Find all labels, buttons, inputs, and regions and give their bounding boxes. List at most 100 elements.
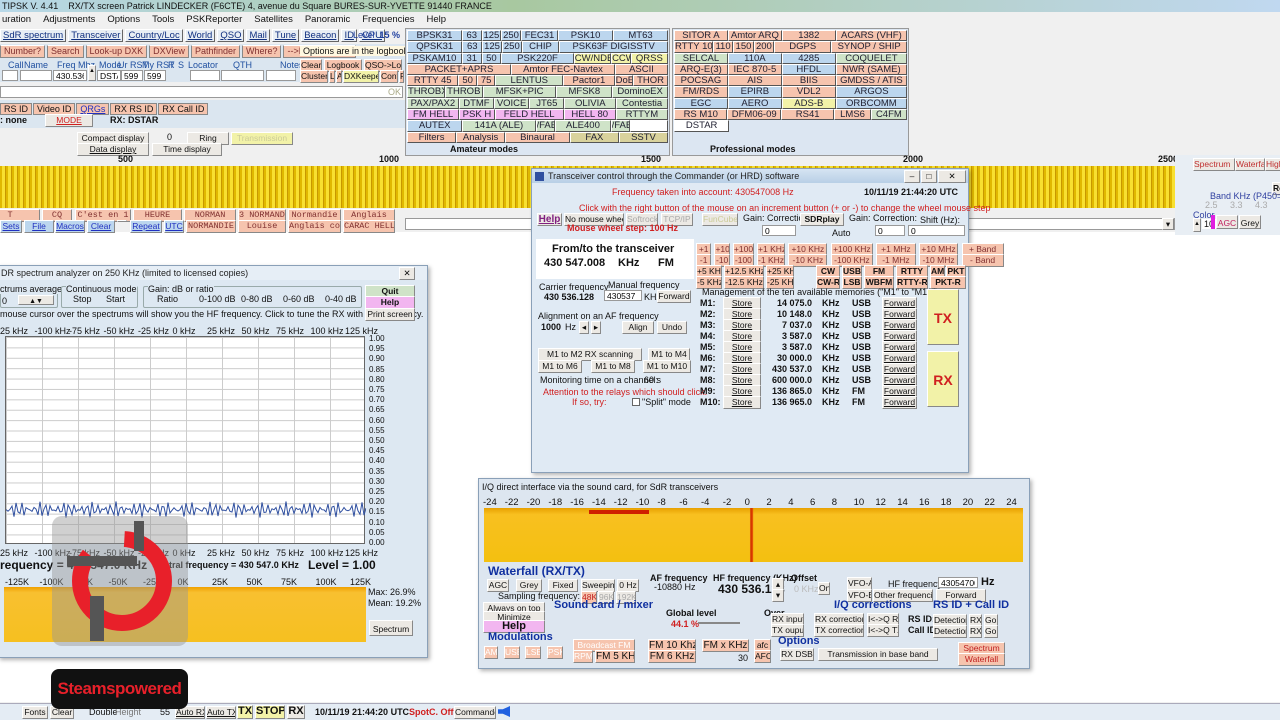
average-spinner[interactable]: ▲▼ xyxy=(18,295,54,305)
mode-141a-ale-button[interactable]: 141A (ALE) xyxy=(462,120,536,132)
manual-forward-button[interactable]: Forward xyxy=(657,290,691,303)
mode-sstv-button[interactable]: SSTV xyxy=(618,131,668,143)
menu-uration[interactable]: uration xyxy=(2,13,31,27)
mode-fae-button[interactable]: /FAE xyxy=(610,120,631,132)
mode-selcal-button[interactable]: SELCAL xyxy=(674,52,728,64)
time-display-button[interactable]: Time display xyxy=(152,143,222,156)
tab-qso[interactable]: QSO xyxy=(217,29,245,42)
mode-doe-button[interactable]: DoE xyxy=(614,75,634,87)
rx-button[interactable]: RX xyxy=(927,351,959,407)
macro-normandie[interactable]: NORMANDIE xyxy=(186,220,236,233)
tab-world[interactable]: World xyxy=(184,29,216,42)
data-display-button[interactable]: Data display xyxy=(77,143,149,156)
align-right-icon[interactable]: ▸ xyxy=(591,321,601,334)
mode-coquelet-button[interactable]: COQUELET xyxy=(835,52,907,64)
iq-swap-tx-button[interactable]: I<->Q TX xyxy=(867,624,899,637)
ok-button[interactable]: OK xyxy=(388,87,401,97)
lsb-button[interactable]: LSB xyxy=(525,646,541,659)
mode-250-button[interactable]: 250 xyxy=(501,30,521,42)
macro-file[interactable]: File xyxy=(24,220,54,233)
mode-ads-b-button[interactable]: ADS-B xyxy=(781,97,836,110)
go-button[interactable]: Go! xyxy=(984,625,998,638)
locator-field[interactable] xyxy=(190,70,220,81)
increment-band[interactable]: - Band xyxy=(961,254,1004,267)
mode-sitor-a-button[interactable]: SITOR A xyxy=(674,30,728,42)
mode-psk220f-button[interactable]: PSK220F xyxy=(501,52,574,64)
mode-lentus-button[interactable]: LENTUS xyxy=(495,75,564,87)
mode-250-button[interactable]: 250 xyxy=(501,41,522,53)
mode-qpsk31-button[interactable]: QPSK31 xyxy=(407,41,463,53)
fm-x-khz-button[interactable]: FM x KHz xyxy=(702,639,749,652)
detection-button[interactable]: Detection xyxy=(933,625,967,638)
mode-throb-button[interactable]: THROB xyxy=(444,86,483,98)
name-field[interactable] xyxy=(20,70,52,81)
mode-aero-button[interactable]: AERO xyxy=(727,97,782,110)
mode-pax-pax2-button[interactable]: PAX/PAX2 xyxy=(407,97,459,110)
mode-rs-m10-button[interactable]: RS M10 xyxy=(674,109,728,121)
dropdown-arrow[interactable]: ▾ xyxy=(1162,218,1174,230)
mode-pactor1-button[interactable]: Pactor1 xyxy=(563,75,615,87)
mode-63-button[interactable]: 63 xyxy=(462,41,483,53)
mode-ccw-button[interactable]: CCW xyxy=(611,52,631,64)
macro-clear[interactable]: Clear xyxy=(87,220,115,233)
mode-125-button[interactable]: 125 xyxy=(481,30,502,42)
mode-qrss-button[interactable]: QRSS xyxy=(630,52,668,64)
tab-beacon[interactable]: Beacon xyxy=(301,29,340,42)
mode-arq-e-3-button[interactable]: ARQ-E(3) xyxy=(674,63,728,76)
rx-button[interactable]: RX xyxy=(287,705,305,719)
tx-button[interactable]: TX xyxy=(237,705,253,719)
memory-forward-button[interactable]: Forward xyxy=(882,396,917,409)
psk-button[interactable]: PSK xyxy=(547,646,563,659)
dxkeeper-button[interactable]: DXKeeper xyxy=(343,70,379,83)
ur-rst-field[interactable] xyxy=(121,70,143,81)
spectrum-plot[interactable] xyxy=(5,336,367,544)
mode-synop-ship-button[interactable]: SYNOP / SHIP xyxy=(831,41,908,53)
commander-button[interactable]: Commander xyxy=(454,706,496,719)
undo-button[interactable]: Undo xyxy=(657,321,687,334)
mode-dfm06-09-button[interactable]: DFM06-09 xyxy=(727,109,781,121)
menu-frequencies[interactable]: Frequencies xyxy=(362,13,414,27)
macro-carac-hell[interactable]: CARAC HELL xyxy=(343,220,395,233)
scan-button-3[interactable]: M1 to M8 xyxy=(591,360,635,373)
mode-110a-button[interactable]: 110A xyxy=(727,52,782,64)
mode-button[interactable]: MODE xyxy=(45,114,93,127)
mode-orbcomm-button[interactable]: ORBCOMM xyxy=(835,97,907,110)
hf-at-zero-input[interactable] xyxy=(938,577,978,588)
mode-argos-button[interactable]: ARGOS xyxy=(835,86,907,98)
mode-binaural-button[interactable]: Binaural xyxy=(505,131,570,143)
tab-waterfall[interactable]: Waterfall xyxy=(1235,158,1265,171)
mode-63-button[interactable]: 63 xyxy=(461,30,482,42)
mode-dominoex-button[interactable]: DominoEX xyxy=(612,86,668,98)
rs-id-button[interactable]: RS ID xyxy=(0,103,33,115)
l-button[interactable]: L xyxy=(329,70,335,83)
align-left-icon[interactable]: ◂ xyxy=(579,321,589,334)
mode-fae-button[interactable]: /FAE xyxy=(535,120,556,132)
fm-6khz-button[interactable]: FM 6 KHz xyxy=(648,650,696,663)
mode-lms6-button[interactable]: LMS6 xyxy=(834,109,871,121)
mode-110-button[interactable]: 110 xyxy=(712,41,734,53)
mode-pocsag-button[interactable]: POCSAG xyxy=(674,75,728,87)
scan-button-4[interactable]: M1 to M10 xyxy=(643,360,691,373)
mode-autex-button[interactable]: AUTEX xyxy=(407,120,463,132)
mode-c4fm-button[interactable]: C4FM xyxy=(870,109,908,121)
fm-5khz-button[interactable]: FM 5 KHz xyxy=(595,650,635,663)
tab-sdr-spectrum[interactable]: SdR spectrum xyxy=(0,29,67,42)
macro-lock-icon[interactable] xyxy=(117,220,127,222)
agc-button[interactable]: AGC xyxy=(1216,215,1238,229)
mode-packet-aprs-button[interactable]: PACKET+APRS xyxy=(407,63,511,76)
mode-50-button[interactable]: 50 xyxy=(458,75,477,87)
mode-amtor-arq-button[interactable]: Amtor ARQ xyxy=(727,30,782,42)
mode-150-button[interactable]: 150 xyxy=(733,41,754,53)
mode-contestia-button[interactable]: Contestia xyxy=(616,97,668,110)
macro-utc[interactable]: UTC xyxy=(164,220,184,233)
auto-tx-button[interactable]: Auto TX xyxy=(206,706,236,719)
usb-button[interactable]: USB xyxy=(504,646,520,659)
macro-sets[interactable]: Sets xyxy=(0,220,22,233)
mode-fax-button[interactable]: FAX xyxy=(569,131,619,143)
close-icon[interactable]: ✕ xyxy=(399,267,415,280)
iq-waterfall[interactable] xyxy=(484,508,1023,562)
sdrplay-button[interactable]: SDRplay xyxy=(800,213,844,226)
mode-rttym-button[interactable]: RTTYM xyxy=(615,109,669,121)
afc-upper-button[interactable]: AFC xyxy=(754,650,771,663)
rx-call-id-button[interactable]: RX Call ID xyxy=(158,103,209,115)
